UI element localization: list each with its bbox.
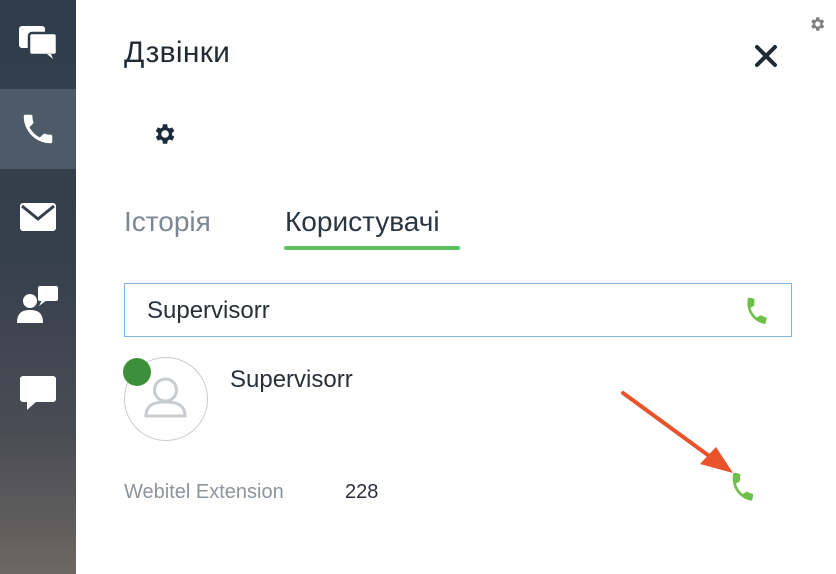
tab-history[interactable]: Історія <box>124 206 211 238</box>
nav-rail <box>0 0 76 574</box>
contacts-chat-icon <box>17 286 58 323</box>
extension-label: Webitel Extension <box>124 481 284 503</box>
nav-item-messages[interactable] <box>0 353 76 433</box>
nav-item-mail[interactable] <box>0 177 76 257</box>
user-name: Supervisorr <box>230 366 353 393</box>
calls-settings-button[interactable] <box>151 121 177 152</box>
page-title: Дзвінки <box>124 36 231 69</box>
phone-icon <box>747 297 767 324</box>
phone-icon <box>23 114 53 144</box>
message-icon <box>20 376 56 410</box>
extension-number: 228 <box>345 481 379 503</box>
nav-item-chats[interactable] <box>0 2 76 82</box>
chats-icon <box>19 26 59 59</box>
user-search-input[interactable]: Supervisorr <box>124 283 792 337</box>
call-user-button[interactable] <box>728 471 760 508</box>
search-input-value: Supervisorr <box>147 297 270 324</box>
nav-item-calls[interactable] <box>0 89 76 169</box>
phone-icon <box>732 472 754 501</box>
active-tab-indicator <box>284 246 460 250</box>
close-button[interactable] <box>752 42 780 70</box>
nav-item-contacts[interactable] <box>0 265 76 345</box>
tab-users[interactable]: Користувачі <box>285 206 440 238</box>
status-online-indicator <box>123 358 151 386</box>
mail-icon <box>20 203 56 231</box>
corner-settings-icon[interactable] <box>808 15 826 38</box>
close-icon <box>755 45 777 67</box>
gear-icon <box>155 124 175 144</box>
search-call-button[interactable] <box>743 296 773 331</box>
